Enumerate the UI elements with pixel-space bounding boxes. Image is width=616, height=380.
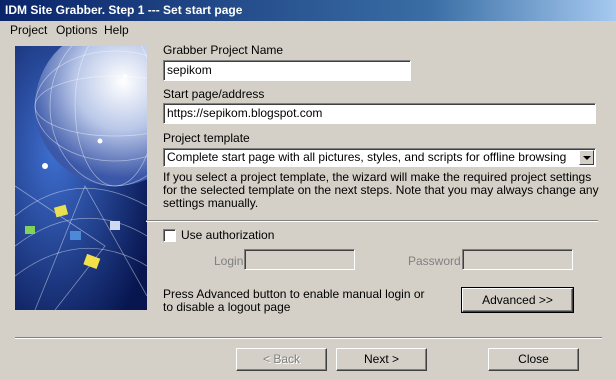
close-button[interactable]: Close [488, 348, 579, 371]
use-authorization-label[interactable]: Use authorization [181, 228, 274, 242]
project-name-label: Grabber Project Name [163, 43, 284, 57]
login-label: Login [214, 254, 244, 268]
menu-help[interactable]: Help [104, 21, 129, 40]
footer-divider [15, 337, 602, 339]
template-description: If you select a project template, the wi… [163, 170, 599, 210]
chevron-down-icon[interactable] [579, 150, 594, 165]
window-title: IDM Site Grabber. Step 1 --- Set start p… [5, 3, 243, 17]
back-button[interactable]: < Back [236, 348, 327, 371]
start-page-label: Start page/address [163, 87, 265, 101]
project-template-value: Complete start page with all pictures, s… [167, 150, 567, 164]
menu-bar: Project Options Help [0, 21, 616, 40]
login-input[interactable] [244, 249, 355, 270]
next-button[interactable]: Next > [336, 348, 427, 371]
start-page-input[interactable]: https://sepikom.blogspot.com [163, 103, 596, 124]
title-bar: IDM Site Grabber. Step 1 --- Set start p… [0, 0, 616, 21]
project-template-label: Project template [163, 131, 250, 145]
project-template-select[interactable]: Complete start page with all pictures, s… [163, 148, 596, 167]
divider [146, 220, 598, 222]
use-authorization-checkbox[interactable] [163, 229, 176, 242]
menu-project[interactable]: Project [10, 21, 47, 40]
menu-options[interactable]: Options [56, 21, 97, 40]
advanced-hint: Press Advanced button to enable manual l… [163, 287, 425, 314]
password-label: Password [408, 254, 461, 268]
project-name-input[interactable]: sepikom [163, 60, 411, 81]
globe-network-illustration [15, 46, 147, 310]
password-input[interactable] [462, 249, 573, 270]
advanced-button[interactable]: Advanced >> [461, 287, 574, 313]
